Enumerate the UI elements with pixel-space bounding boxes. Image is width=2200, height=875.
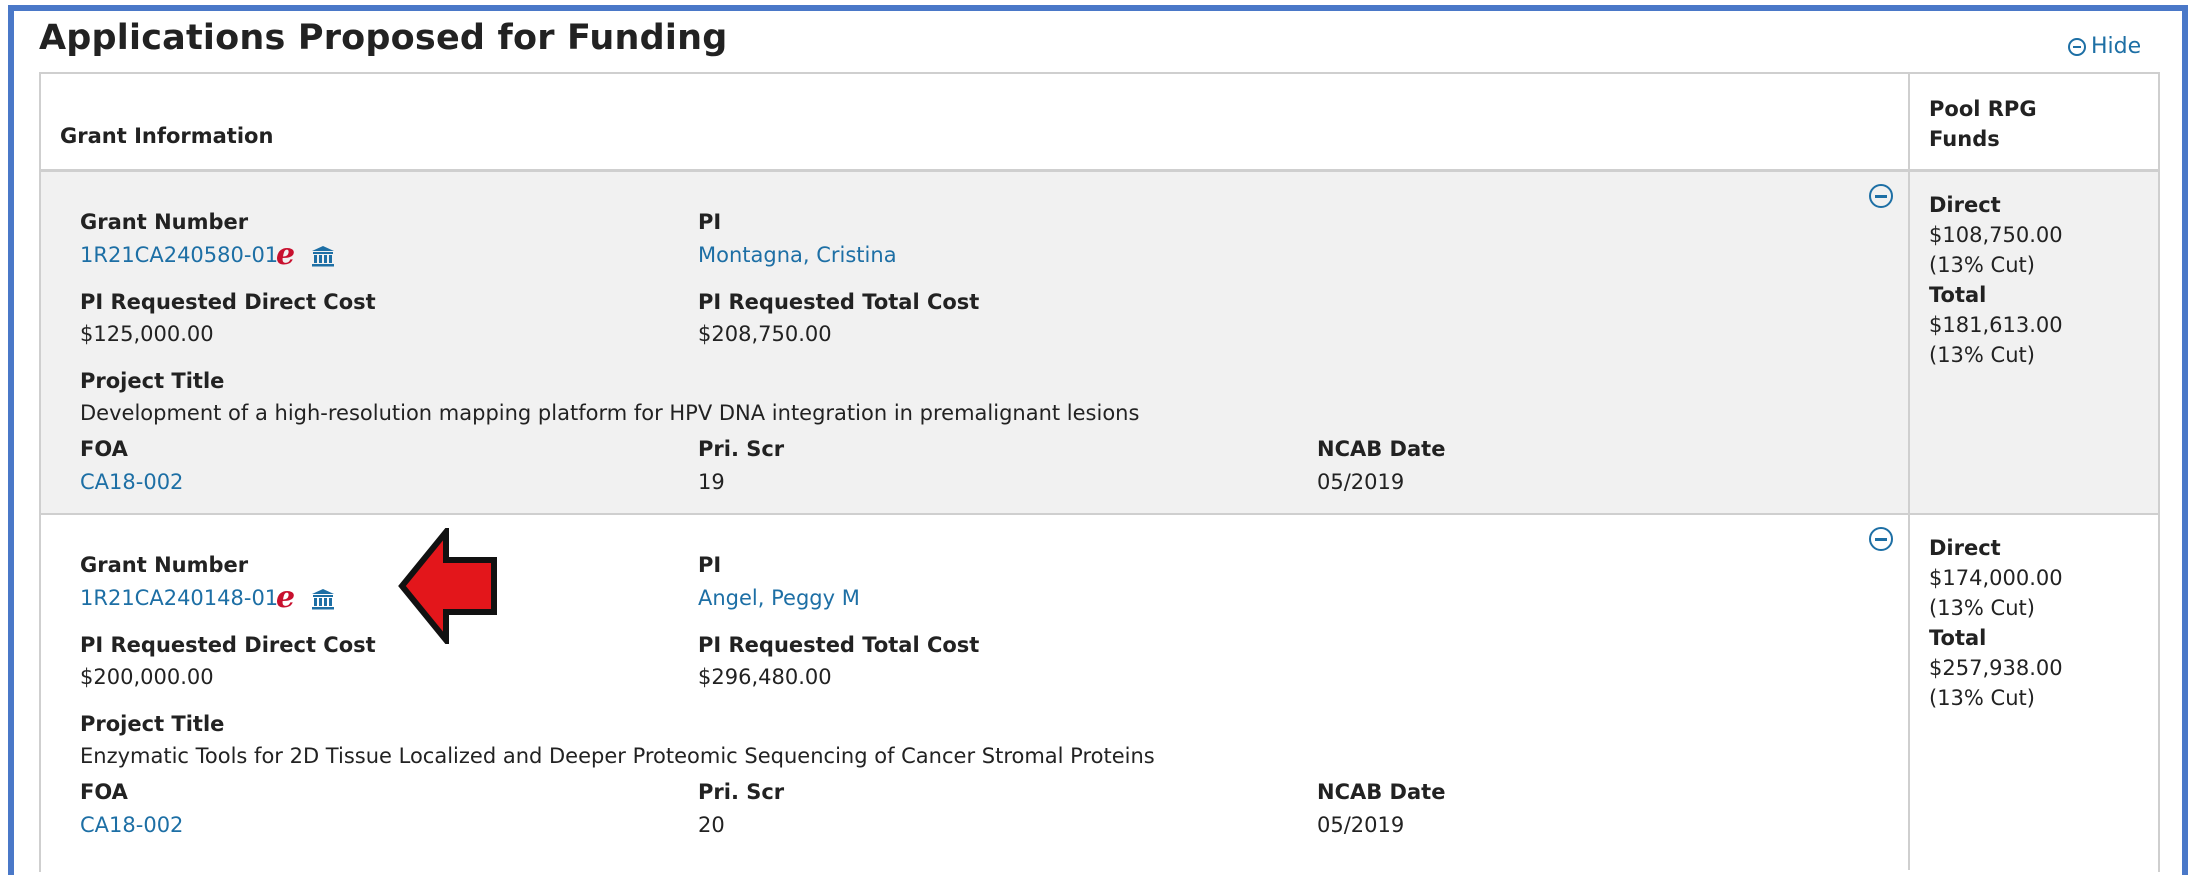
pool-direct-label: Direct bbox=[1929, 536, 2001, 560]
header-grant-information: Grant Information bbox=[60, 124, 274, 148]
pi-label: PI bbox=[698, 210, 722, 234]
total-cost-value: $208,750.00 bbox=[698, 322, 832, 346]
project-title-value: Development of a high-resolution mapping… bbox=[80, 401, 1140, 425]
direct-cost-value: $200,000.00 bbox=[80, 665, 214, 689]
grant-number-label: Grant Number bbox=[80, 210, 249, 234]
ecommons-icon[interactable]: e bbox=[276, 583, 295, 613]
header-pool-rpg-funds: Pool RPG Funds bbox=[1929, 97, 2037, 151]
pool-total-label: Total bbox=[1929, 283, 1987, 307]
direct-cost-value: $125,000.00 bbox=[80, 322, 214, 346]
pool-direct-value: $108,750.00 bbox=[1929, 223, 2063, 247]
hide-label: Hide bbox=[2091, 34, 2142, 59]
ncab-date-label: NCAB Date bbox=[1317, 780, 1446, 804]
pri-scr-value: 19 bbox=[698, 470, 725, 494]
pri-scr-label: Pri. Scr bbox=[698, 780, 785, 804]
hide-toggle[interactable]: Hide bbox=[2068, 34, 2141, 59]
grant-number-link[interactable]: 1R21CA240148-01 bbox=[80, 586, 278, 610]
total-cost-label: PI Requested Total Cost bbox=[698, 290, 980, 314]
grant-number-label: Grant Number bbox=[80, 553, 249, 577]
pool-direct-cut: (13% Cut) bbox=[1929, 253, 2035, 277]
collapse-row-icon[interactable] bbox=[1869, 184, 1893, 208]
ncab-date-value: 05/2019 bbox=[1317, 813, 1405, 837]
ecommons-icon[interactable]: e bbox=[276, 240, 295, 270]
pool-direct-value: $174,000.00 bbox=[1929, 566, 2063, 590]
project-title-value: Enzymatic Tools for 2D Tissue Localized … bbox=[80, 744, 1155, 768]
red-arrow-annotation bbox=[398, 528, 497, 644]
pri-scr-label: Pri. Scr bbox=[698, 437, 785, 461]
pool-direct-label: Direct bbox=[1929, 193, 2001, 217]
total-cost-label: PI Requested Total Cost bbox=[698, 633, 980, 657]
panel-title: Applications Proposed for Funding bbox=[39, 18, 728, 58]
pool-total-cut: (13% Cut) bbox=[1929, 686, 2035, 710]
table-row: Grant Number 1R21CA240148-01 e PI Angel,… bbox=[41, 515, 2158, 875]
foa-label: FOA bbox=[80, 437, 128, 461]
pool-funds: Direct $174,000.00 (13% Cut) Total $257,… bbox=[1929, 533, 2063, 713]
pool-total-cut: (13% Cut) bbox=[1929, 343, 2035, 367]
pi-link[interactable]: Montagna, Cristina bbox=[698, 243, 897, 267]
total-cost-value: $296,480.00 bbox=[698, 665, 832, 689]
ncab-date-value: 05/2019 bbox=[1317, 470, 1405, 494]
foa-link[interactable]: CA18-002 bbox=[80, 470, 183, 494]
table-header: Grant Information Pool RPG Funds bbox=[41, 74, 2158, 172]
institution-icon[interactable] bbox=[311, 588, 335, 610]
pool-total-value: $181,613.00 bbox=[1929, 313, 2063, 337]
institution-icon[interactable] bbox=[311, 245, 335, 267]
project-title-label: Project Title bbox=[80, 712, 225, 736]
project-title-label: Project Title bbox=[80, 369, 225, 393]
foa-label: FOA bbox=[80, 780, 128, 804]
collapse-row-icon[interactable] bbox=[1869, 527, 1893, 551]
table-row: Grant Number 1R21CA240580-01 e PI Montag… bbox=[41, 172, 2158, 515]
circle-minus-icon bbox=[2068, 37, 2086, 56]
pi-label: PI bbox=[698, 553, 722, 577]
ncab-date-label: NCAB Date bbox=[1317, 437, 1446, 461]
pool-direct-cut: (13% Cut) bbox=[1929, 596, 2035, 620]
pool-funds: Direct $108,750.00 (13% Cut) Total $181,… bbox=[1929, 190, 2063, 370]
funding-table: Grant Information Pool RPG Funds Grant N… bbox=[39, 72, 2160, 875]
pri-scr-value: 20 bbox=[698, 813, 725, 837]
direct-cost-label: PI Requested Direct Cost bbox=[80, 290, 376, 314]
pool-total-value: $257,938.00 bbox=[1929, 656, 2063, 680]
pool-total-label: Total bbox=[1929, 626, 1987, 650]
column-divider bbox=[1908, 74, 1910, 870]
grant-number-link[interactable]: 1R21CA240580-01 bbox=[80, 243, 278, 267]
direct-cost-label: PI Requested Direct Cost bbox=[80, 633, 376, 657]
foa-link[interactable]: CA18-002 bbox=[80, 813, 183, 837]
pi-link[interactable]: Angel, Peggy M bbox=[698, 586, 860, 610]
